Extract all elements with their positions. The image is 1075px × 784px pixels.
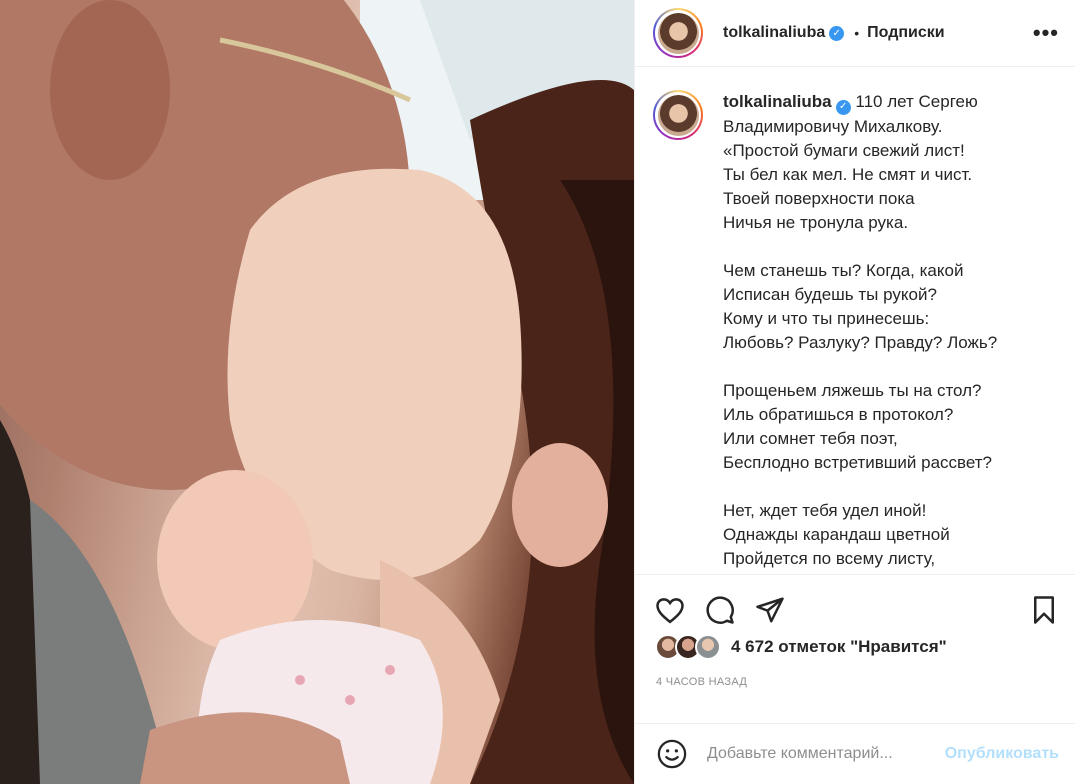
caption-stanza: tolkalinaliuba ✓ 110 лет Сергею Владимиро… (723, 90, 1053, 235)
post-side-panel: tolkalinaliuba ✓ • Подписки ••• tolkalin… (634, 0, 1075, 784)
caption-stanza: Нет, ждет тебя удел иной! Однажды каранд… (723, 500, 950, 568)
liker-avatar (695, 634, 721, 660)
post-photo[interactable] (0, 0, 634, 784)
caption-stanza: Чем станешь ты? Когда, какой Исписан буд… (723, 260, 998, 352)
caption-username[interactable]: tolkalinaliuba (723, 92, 832, 111)
header-separator: • (854, 25, 860, 41)
caption-text: tolkalinaliuba ✓ 110 лет Сергею Владимиро… (723, 90, 1053, 574)
caption-section: tolkalinaliuba ✓ 110 лет Сергею Владимиро… (635, 68, 1075, 575)
following-button[interactable]: Подписки (867, 24, 944, 42)
likes-row: 4 672 отметок "Нравится" (655, 634, 947, 660)
likes-count[interactable]: 4 672 отметок "Нравится" (731, 637, 947, 657)
photo-illustration (0, 0, 634, 784)
verified-badge-icon: ✓ (829, 25, 845, 41)
share-icon[interactable] (755, 596, 785, 624)
caption-stanza-text: 110 лет Сергею Владимировичу Михалкову. … (723, 92, 978, 232)
caption-stanza: Прощеньем ляжешь ты на стол? Иль обратиш… (723, 380, 993, 472)
bookmark-icon[interactable] (1031, 595, 1057, 625)
verified-badge-icon: ✓ (835, 99, 851, 115)
liker-avatars[interactable] (655, 634, 721, 660)
author-username[interactable]: tolkalinaliuba (723, 24, 825, 42)
comment-bar: Опубликовать (635, 723, 1075, 784)
comment-icon[interactable] (705, 595, 735, 625)
caption-avatar[interactable] (653, 90, 703, 140)
more-options-icon[interactable]: ••• (1033, 20, 1059, 46)
comment-input[interactable] (707, 745, 945, 763)
emoji-icon[interactable] (657, 739, 687, 769)
post-timestamp[interactable]: 4 часов назад (656, 676, 747, 688)
publish-button[interactable]: Опубликовать (945, 745, 1059, 763)
post-header: tolkalinaliuba ✓ • Подписки ••• (635, 0, 1075, 67)
author-avatar[interactable] (653, 8, 703, 58)
post-actions (655, 590, 1057, 630)
heart-icon[interactable] (655, 596, 685, 624)
